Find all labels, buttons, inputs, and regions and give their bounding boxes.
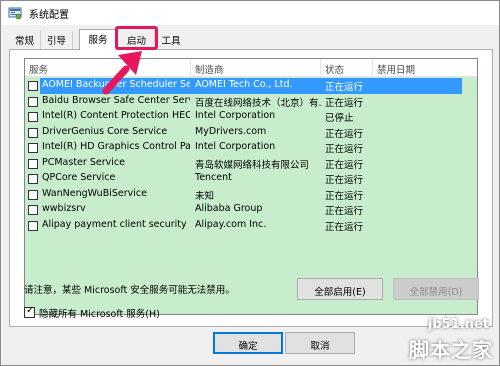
service-vendor: Alibaba Group [195,203,263,214]
service-status: 正在运行 [325,159,364,171]
tab-boot[interactable]: 引导 [41,31,73,49]
service-name: Alipay payment client security ser... [42,218,190,230]
service-name: Baidu Browser Safe Center Service [42,94,190,106]
service-checkbox[interactable] [28,174,38,184]
hide-ms-services-label: 隐藏所有 Microsoft 服务(H) [39,309,160,320]
service-vendor: Intel Corporation [195,110,276,121]
service-checkbox[interactable] [28,220,38,231]
service-checkbox[interactable] [28,205,38,215]
service-status: 正在运行 [325,190,364,202]
startup-tab-highlight [115,26,158,50]
service-status: 正在运行 [325,221,364,233]
service-name: DriverGenius Core Service [42,125,168,137]
column-header-disable-date[interactable]: 禁用日期 [373,59,477,77]
system-config-window: 系统配置 常规 引导 服务 启动 工具 服务 制造商 状态 禁用日期 AOMEI… [0,0,500,366]
service-vendor: MyDrivers.com [195,125,267,137]
service-status: 正在运行 [325,82,364,93]
column-header-service[interactable]: 服务 [25,59,191,77]
service-status: 正在运行 [325,97,364,109]
security-note: 请注意，某些 Microsoft 安全服务可能无法禁用。 [24,285,235,296]
table-row[interactable]: DriverGenius Core Service MyDrivers.com … [25,125,477,141]
column-header-status[interactable]: 状态 [321,59,373,77]
service-checkbox[interactable] [28,189,38,200]
service-vendor: Tencent [195,172,232,183]
services-panel: 服务 制造商 状态 禁用日期 AOMEI Backupper Scheduler… [9,49,493,327]
service-vendor: Alipay.com Inc. [195,218,267,230]
service-name: Intel(R) HD Graphics Control Pan... [42,141,190,152]
service-checkbox[interactable] [28,143,38,153]
service-vendor: AOMEI Tech Co., Ltd. [195,79,293,90]
tab-bar: 常规 引导 服务 启动 工具 [9,29,493,50]
ok-button[interactable]: 确定 [213,332,283,354]
tab-label: 服务 [88,35,108,46]
hide-ms-services-checkbox[interactable] [24,305,35,318]
service-name: AOMEI Backupper Scheduler Ser... [42,79,190,90]
service-name: Intel(R) Content Protection HECI ... [42,110,190,121]
table-row[interactable]: Baidu Browser Safe Center Service 百度在线网络… [25,94,477,110]
service-checkbox[interactable] [28,81,38,91]
tab-label: 引导 [46,36,66,47]
tab-general[interactable]: 常规 [9,31,41,49]
system-config-icon [8,7,22,20]
disable-all-button[interactable]: 全部禁用(D) [393,278,479,300]
service-name: wwbizsrv [42,203,86,214]
column-header-vendor[interactable]: 制造商 [191,59,321,77]
tab-label: 常规 [14,36,34,47]
table-row[interactable]: Intel(R) HD Graphics Control Pan... Inte… [25,140,477,156]
service-rows: AOMEI Backupper Scheduler Ser... AOMEI T… [25,78,477,233]
list-header: 服务 制造商 状态 禁用日期 [25,59,477,77]
service-name: WanNengWuBiService [42,187,147,199]
service-checkbox[interactable] [28,112,38,122]
service-checkbox[interactable] [28,158,38,169]
watermark-text: 脚本之家 [409,338,493,362]
cancel-button[interactable]: 取消 [285,332,355,354]
title-bar: 系统配置 [1,1,499,25]
enable-all-button[interactable]: 全部启用(E) [297,278,383,300]
services-list[interactable]: 服务 制造商 状态 禁用日期 AOMEI Backupper Scheduler… [24,58,478,315]
service-status: 正在运行 [325,206,364,217]
table-row[interactable]: WanNengWuBiService 未知 正在运行 [25,187,477,203]
table-row[interactable]: QPCore Service Tencent 正在运行 [25,171,477,187]
table-row[interactable]: AOMEI Backupper Scheduler Ser... AOMEI T… [25,78,477,94]
service-vendor: 青岛软媒网络科技有限公司 [195,159,310,171]
service-vendor: 未知 [195,190,215,202]
service-status: 正在运行 [325,128,364,140]
tab-services[interactable]: 服务 [79,29,117,50]
window-title: 系统配置 [29,10,69,21]
service-checkbox[interactable] [28,127,38,138]
service-checkbox[interactable] [28,96,38,107]
service-vendor: 百度在线网络技术（北京）有... [195,97,321,109]
table-row[interactable]: Intel(R) Content Protection HECI ... Int… [25,109,477,125]
table-row[interactable]: PCMaster Service 青岛软媒网络科技有限公司 正在运行 [25,156,477,172]
service-status: 已停止 [325,113,354,124]
service-vendor: Intel Corporation [195,141,276,152]
site-watermark: jb51.net 脚本之家 [373,317,493,363]
service-name: PCMaster Service [42,156,125,168]
service-status: 正在运行 [325,175,364,186]
service-name: QPCore Service [42,172,116,183]
service-status: 正在运行 [325,144,364,155]
tab-label: 工具 [161,36,181,47]
tab-tools[interactable]: 工具 [155,31,187,49]
watermark-url: jb51.net [427,317,489,332]
table-row[interactable]: wwbizsrv Alibaba Group 正在运行 [25,202,477,218]
table-row[interactable]: Alipay payment client security ser... Al… [25,218,477,234]
